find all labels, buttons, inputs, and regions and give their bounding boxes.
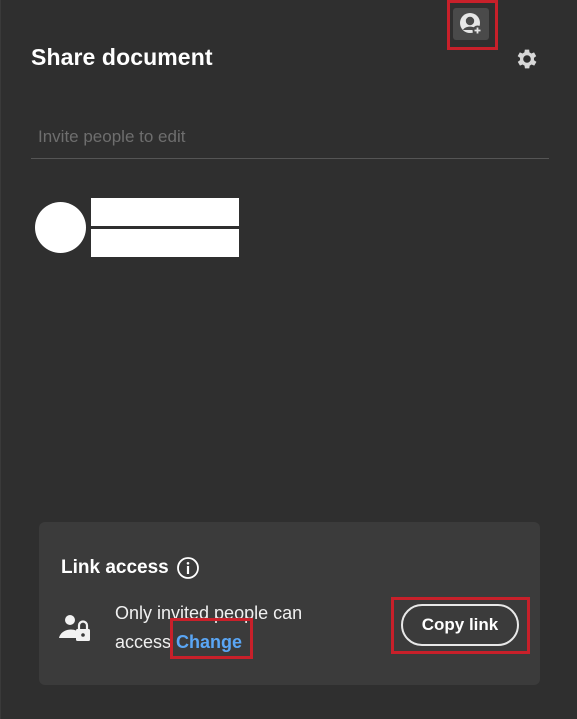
invite-input[interactable] bbox=[31, 118, 549, 156]
restricted-person-lock-icon bbox=[59, 615, 90, 641]
person-row bbox=[35, 198, 255, 258]
access-description: Only invited people can access Change bbox=[115, 599, 345, 657]
gear-icon[interactable] bbox=[514, 46, 540, 72]
share-panel: Share document Link access Only invited … bbox=[0, 0, 577, 719]
link-access-card: Link access Only invited people can acce… bbox=[39, 522, 540, 685]
page-title: Share document bbox=[31, 44, 213, 70]
person-email-redacted bbox=[91, 229, 239, 257]
info-icon[interactable] bbox=[176, 556, 200, 580]
add-person-icon bbox=[460, 13, 483, 36]
invite-field-wrapper bbox=[31, 118, 549, 159]
change-access-link[interactable]: Change bbox=[176, 632, 242, 652]
avatar bbox=[35, 202, 86, 253]
person-name-redacted bbox=[91, 198, 239, 226]
add-person-button[interactable] bbox=[453, 8, 489, 40]
copy-link-button[interactable]: Copy link bbox=[401, 604, 519, 646]
link-access-title: Link access bbox=[61, 557, 169, 578]
